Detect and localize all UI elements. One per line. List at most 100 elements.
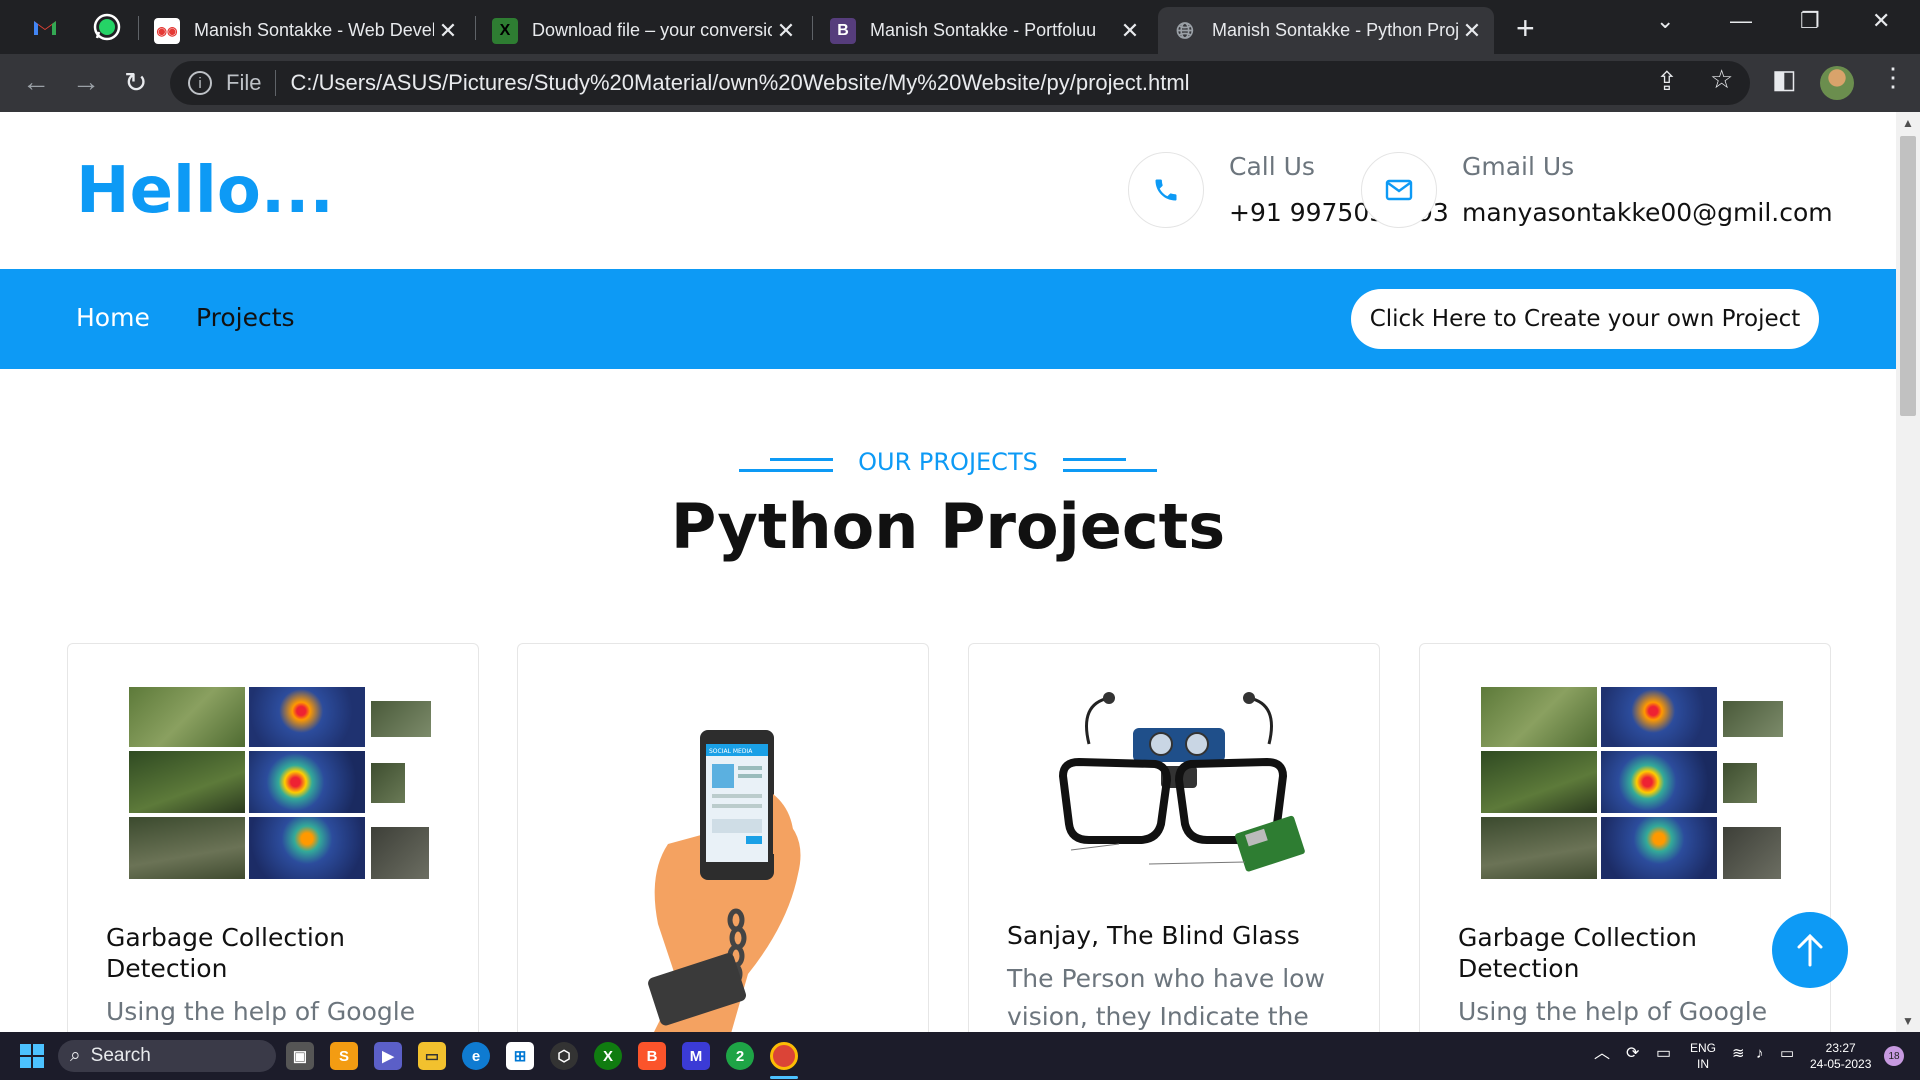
nav-home-link[interactable]: Home	[76, 303, 150, 332]
tab-download-file[interactable]: X Download file – your conversio ✕	[478, 7, 808, 54]
device-icon[interactable]: ▭	[1656, 1046, 1671, 1062]
search-label: Search	[90, 1045, 151, 1066]
svg-text:SOCIAL MEDIA: SOCIAL MEDIA	[709, 748, 753, 755]
envelope-icon	[1361, 152, 1437, 228]
browser-tab-strip: ◉◉ Manish Sontakke - Web Develo ✕ X Down…	[0, 0, 1920, 54]
project-card[interactable]: Garbage Collection Detection Using the h…	[67, 643, 479, 1032]
whatsapp-taskbar-icon[interactable]: 2	[726, 1042, 754, 1070]
xbox-icon[interactable]: X	[594, 1042, 622, 1070]
tab-python-projects[interactable]: 🌐︎ Manish Sontakke - Python Proj ✕	[1158, 7, 1494, 54]
gmail-us-label: Gmail Us	[1462, 152, 1575, 181]
back-arrow-icon[interactable]: ←	[22, 66, 50, 98]
new-tab-plus-icon[interactable]: +	[1516, 10, 1535, 47]
tab-close-icon[interactable]: ✕	[1458, 18, 1486, 44]
whatsapp-pinned-tab-icon[interactable]	[92, 12, 122, 42]
battery-icon[interactable]: ▭	[1780, 1046, 1794, 1062]
project-title: Garbage Collection	[106, 923, 346, 952]
nav-projects-link[interactable]: Projects	[196, 303, 295, 332]
bookmark-star-icon[interactable]: ☆	[1710, 64, 1733, 95]
address-bar[interactable]: i File C:/Users/ASUS/Pictures/Study%20Ma…	[170, 61, 1750, 105]
notification-badge[interactable]: 18	[1884, 1046, 1904, 1066]
site-logo-greeting[interactable]: Hello...	[76, 154, 334, 228]
tab-close-icon[interactable]: ✕	[434, 18, 462, 44]
tab-search-chevron-icon[interactable]: ⌄	[1656, 8, 1674, 34]
project-description: Using the help of Google	[106, 997, 416, 1026]
volume-icon[interactable]: ♪	[1756, 1046, 1764, 1062]
region-code: IN	[1697, 1057, 1709, 1071]
file-explorer-icon[interactable]: ▭	[418, 1042, 446, 1070]
sync-icon[interactable]: ⟳	[1626, 1046, 1639, 1062]
tab-title: Manish Sontakke - Python Proj	[1212, 20, 1458, 40]
minimize-icon[interactable]: —	[1730, 8, 1752, 34]
profile-avatar[interactable]	[1820, 66, 1854, 100]
project-title: Sanjay, The Blind Glass	[1007, 921, 1300, 950]
project-card[interactable]: Sanjay, The Blind Glass The Person who h…	[968, 643, 1380, 1032]
scroll-up-arrow-icon[interactable]: ▲	[1902, 116, 1914, 130]
url-text[interactable]: C:/Users/ASUS/Pictures/Study%20Material/…	[290, 70, 1189, 96]
create-project-button[interactable]: Click Here to Create your own Project	[1351, 289, 1819, 349]
satellite-heatmap-image	[128, 686, 433, 881]
active-app-indicator	[770, 1076, 798, 1079]
tab-separator	[475, 16, 476, 40]
download-x-icon: X	[492, 17, 518, 44]
scroll-down-arrow-icon[interactable]: ▼	[1902, 1014, 1914, 1028]
call-us-label: Call Us	[1229, 152, 1315, 181]
section-title: Python Projects	[670, 490, 1226, 563]
wifi-icon[interactable]: ≋	[1732, 1046, 1745, 1062]
smart-glasses-image	[1058, 692, 1305, 872]
share-icon[interactable]: ⇪	[1656, 66, 1678, 97]
phone-addiction-image: SOCIAL MEDIA	[648, 730, 801, 1032]
teams-chat-icon[interactable]: ▶	[374, 1042, 402, 1070]
ms-store-icon[interactable]: ⊞	[506, 1042, 534, 1070]
project-description: Using the help of Google	[1458, 997, 1768, 1026]
browser-toolbar: ← → ↻ i File C:/Users/ASUS/Pictures/Stud…	[0, 54, 1920, 112]
close-window-icon[interactable]: ✕	[1872, 8, 1890, 34]
tab-web-developer[interactable]: ◉◉ Manish Sontakke - Web Develo ✕	[140, 7, 470, 54]
gmail-pinned-tab-icon[interactable]	[30, 12, 60, 42]
side-panel-icon[interactable]: ◧	[1772, 64, 1797, 95]
scroll-to-top-arrow-icon[interactable]	[1772, 912, 1848, 988]
forward-arrow-icon[interactable]: →	[72, 66, 100, 98]
project-description: The Person who have low	[1007, 964, 1325, 993]
tab-title: Download file – your conversio	[532, 20, 772, 40]
tab-separator	[138, 16, 139, 40]
tab-close-icon[interactable]: ✕	[772, 18, 800, 44]
project-card[interactable]: Garbage Collection Detection Using the h…	[1419, 643, 1831, 1032]
tab-title: Manish Sontakke - Portfoluu	[870, 20, 1097, 40]
clock-time: 23:27	[1825, 1041, 1856, 1055]
restore-icon[interactable]: ❐	[1800, 8, 1820, 34]
portfolio-face-icon: ◉◉	[154, 17, 180, 44]
task-view-icon[interactable]: ▣	[286, 1042, 314, 1070]
title-decor-line-right	[1063, 469, 1157, 472]
github-app-icon[interactable]: ⬡	[550, 1042, 578, 1070]
globe-icon: 🌐︎	[1176, 17, 1194, 43]
main-navbar: Home Projects Click Here to Create your …	[0, 269, 1896, 369]
edge-browser-icon[interactable]: e	[462, 1042, 490, 1070]
tab-separator	[812, 16, 813, 40]
page-scrollbar[interactable]: ▲ ▼	[1896, 112, 1920, 1032]
clock-date: 24-05-2023	[1810, 1057, 1872, 1071]
reload-icon[interactable]: ↻	[124, 66, 147, 99]
taskbar-search-box[interactable]: ⌕ Search	[58, 1040, 276, 1072]
site-info-icon[interactable]: i	[188, 71, 212, 95]
language-indicator[interactable]: ENG IN	[1690, 1040, 1716, 1072]
scrollbar-thumb[interactable]	[1900, 136, 1916, 416]
tab-title: Manish Sontakke - Web Develo	[194, 20, 434, 40]
tab-close-icon[interactable]: ✕	[1116, 18, 1144, 44]
email-address[interactable]: manyasontakke00@gmil.com	[1462, 198, 1833, 227]
clock[interactable]: 23:27 24-05-2023	[1810, 1040, 1871, 1072]
brave-browser-icon[interactable]: B	[638, 1042, 666, 1070]
title-decor-line-right-short	[1063, 458, 1126, 461]
project-title-line2: Detection	[106, 954, 228, 983]
menu-kebab-icon[interactable]: ⋮	[1880, 62, 1906, 93]
project-title: Garbage Collection	[1458, 923, 1698, 952]
tray-chevron-icon[interactable]: ︿	[1594, 1046, 1610, 1062]
visual-studio-icon[interactable]: M	[682, 1042, 710, 1070]
search-icon: ⌕	[70, 1045, 81, 1066]
project-card[interactable]: SOCIAL MEDIA	[517, 643, 929, 1032]
windows-taskbar: ⌕ Search ▣ S ▶ ▭ e ⊞ ⬡ X B M 2 ︿ ⟳ ▭ ENG…	[0, 1032, 1920, 1080]
chrome-taskbar-icon[interactable]	[770, 1042, 798, 1070]
sublime-app-icon[interactable]: S	[330, 1042, 358, 1070]
tab-portfoluu[interactable]: B Manish Sontakke - Portfoluu ✕	[816, 7, 1152, 54]
windows-start-icon[interactable]	[20, 1044, 44, 1068]
